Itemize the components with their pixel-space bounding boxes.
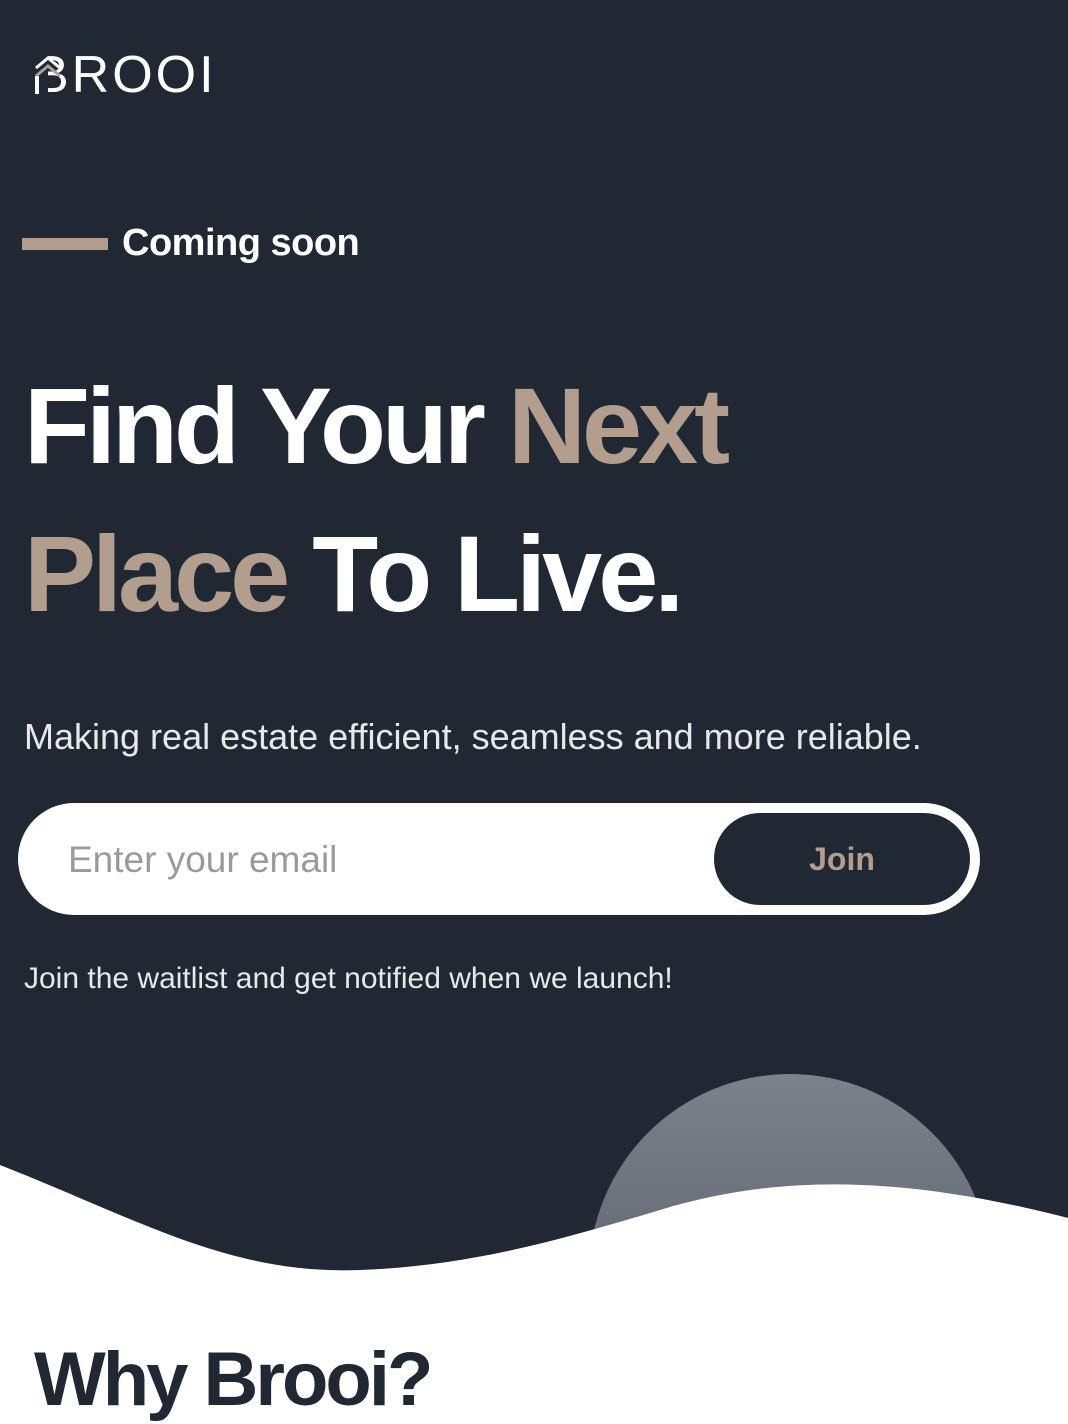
headline-part-2: To Live.: [312, 513, 684, 634]
coming-soon-text: Coming soon: [122, 222, 360, 264]
waitlist-form: Join: [18, 803, 980, 917]
hero-headline: Find Your Next Place To Live.: [24, 352, 1044, 648]
brand-logo[interactable]: BROOI: [34, 49, 217, 101]
why-brooi-heading: Why Brooi?: [34, 1337, 433, 1422]
hero-subtitle: Making real estate efficient, seamless a…: [24, 716, 922, 757]
waitlist-note: Join the waitlist and get notified when …: [24, 962, 673, 995]
join-button[interactable]: Join: [714, 813, 970, 905]
accent-bar: [22, 237, 108, 250]
headline-accent-next: Next: [507, 365, 730, 486]
coming-soon-label: Coming soon: [22, 222, 360, 265]
house-roof-icon: [34, 54, 61, 94]
headline-accent-place: Place: [24, 513, 290, 634]
email-field[interactable]: [66, 803, 690, 917]
headline-part-1: Find Your: [24, 365, 508, 486]
